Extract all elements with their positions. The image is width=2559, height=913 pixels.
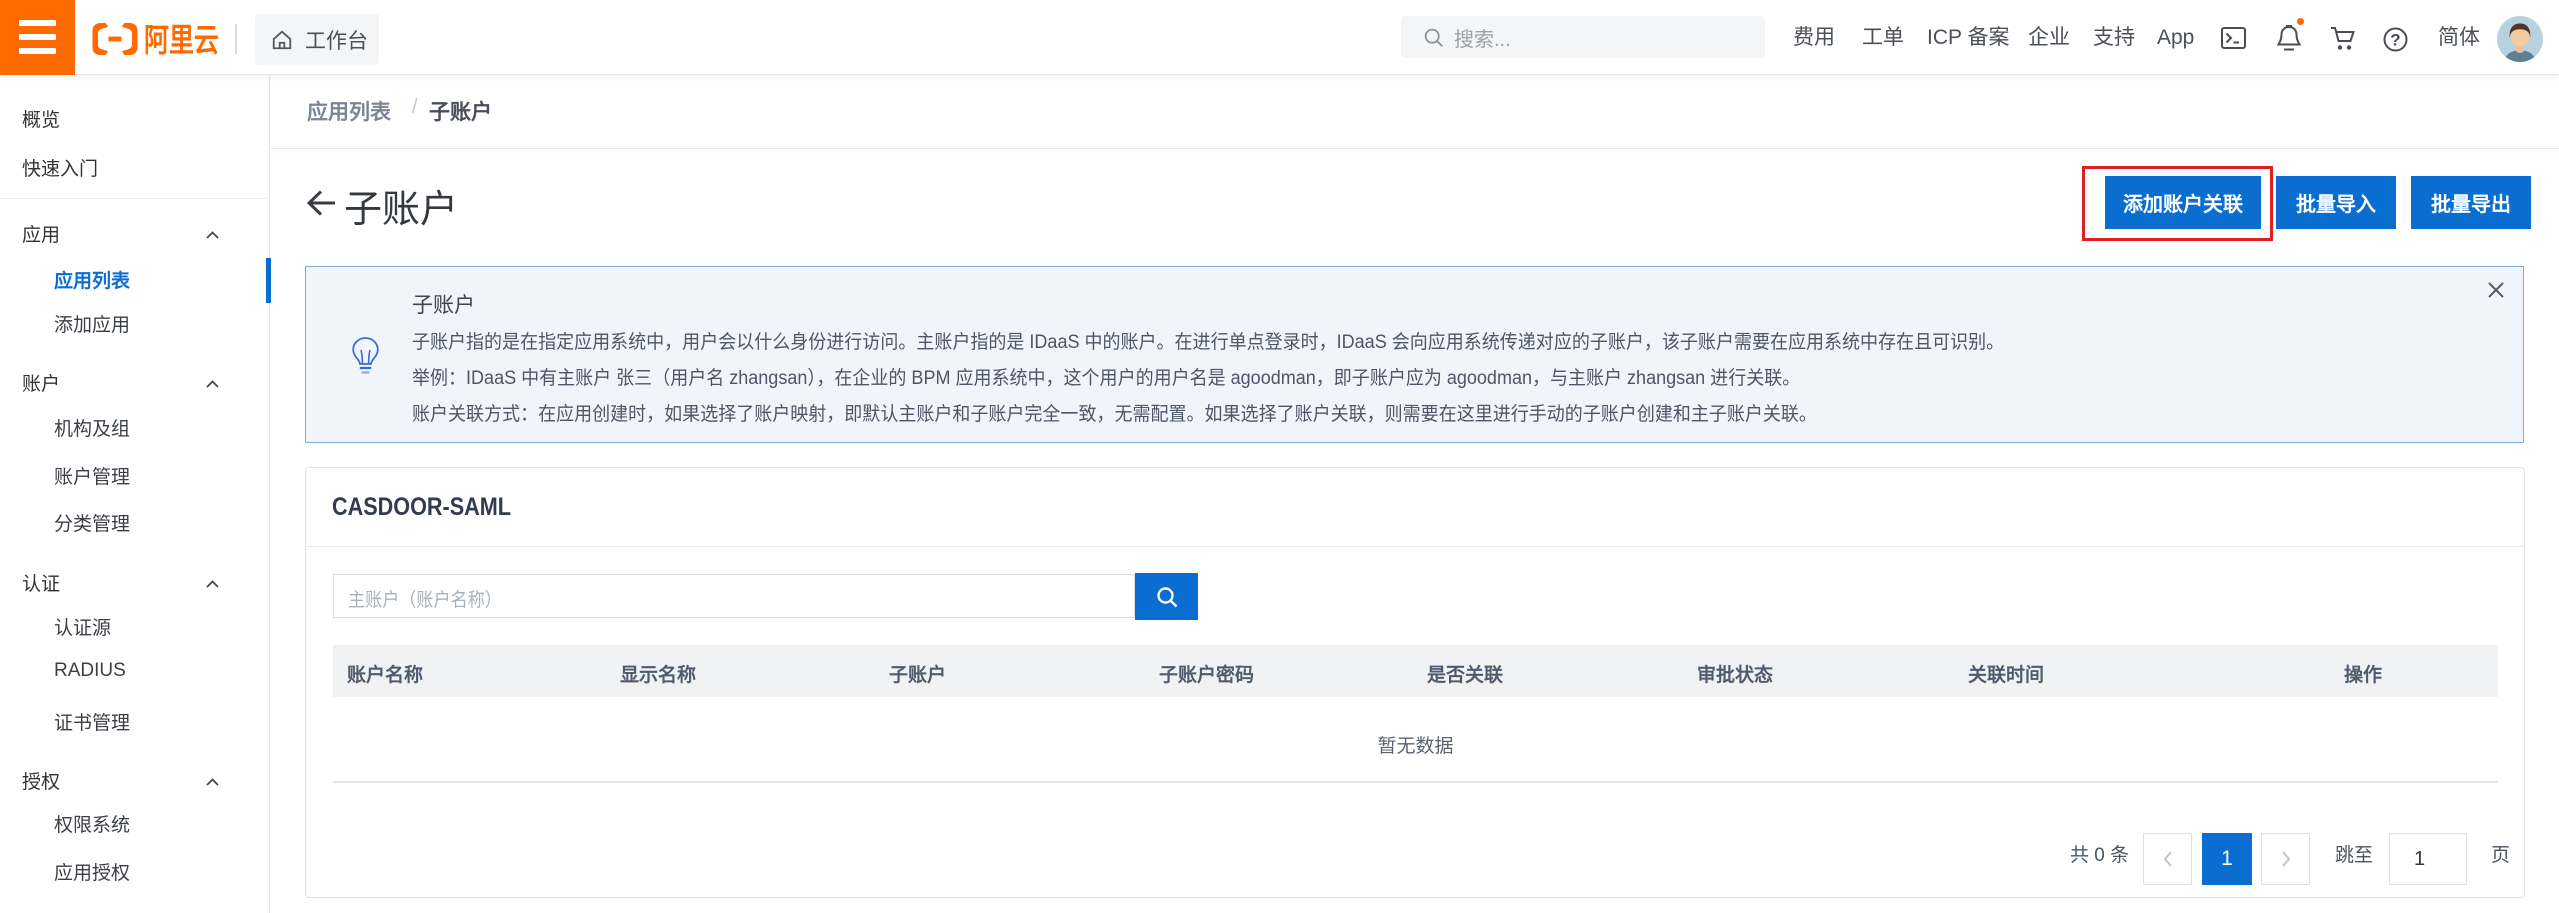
svg-text:?: ?	[2390, 31, 2400, 50]
